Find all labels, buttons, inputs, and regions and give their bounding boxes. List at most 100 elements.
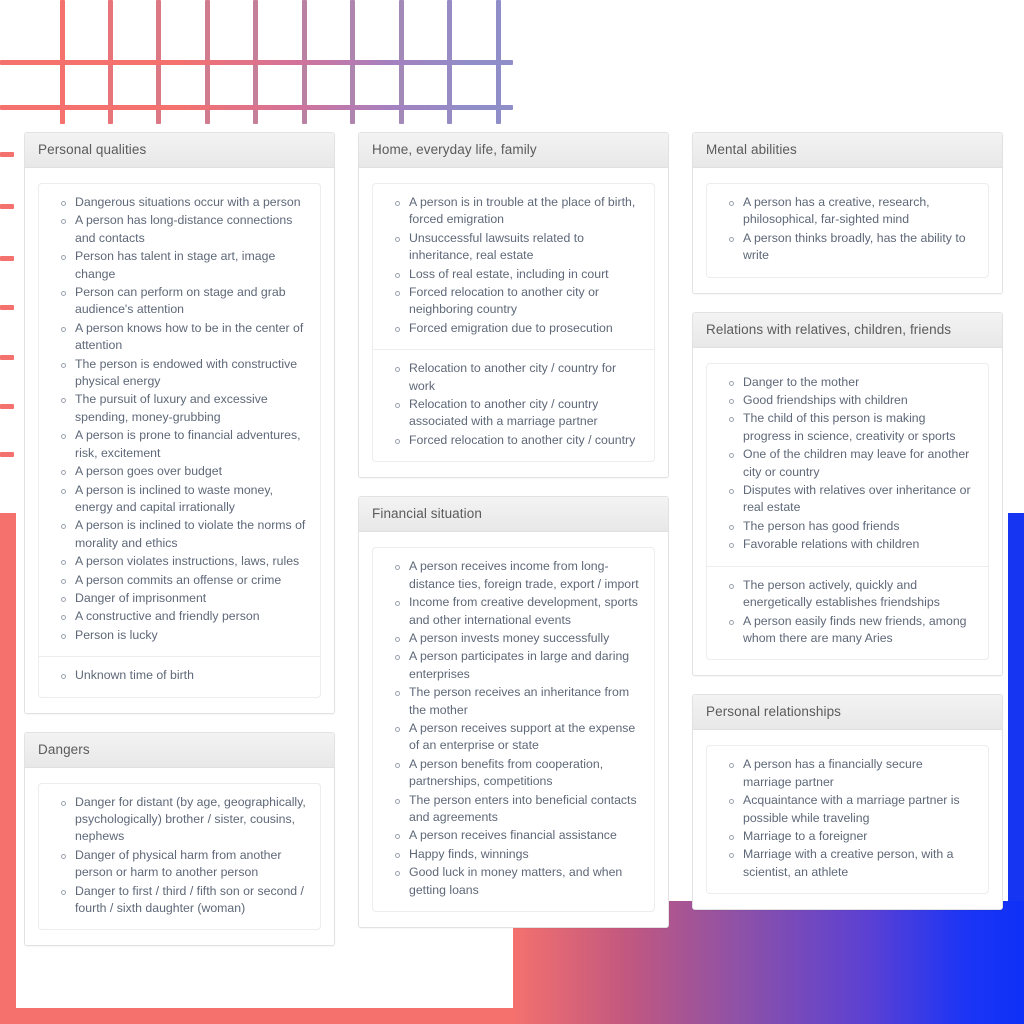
card-section: A person is in trouble at the place of b… xyxy=(373,184,654,349)
panel-title: Mental abilities xyxy=(693,133,1002,168)
bullet-list: Dangerous situations occur with a person… xyxy=(53,194,306,644)
list-item: A person benefits from cooperation, part… xyxy=(387,756,640,791)
list-item: Relocation to another city / country for… xyxy=(387,360,640,395)
list-item: A person receives support at the expense… xyxy=(387,720,640,755)
list-item: A person easily finds new friends, among… xyxy=(721,613,974,648)
panel-body: A person has a financially secure marria… xyxy=(693,730,1002,910)
list-item: Dangerous situations occur with a person xyxy=(53,194,306,211)
list-item: The person receives an inheritance from … xyxy=(387,684,640,719)
list-item: Relocation to another city / country ass… xyxy=(387,396,640,431)
list-item: A person participates in large and darin… xyxy=(387,648,640,683)
list-item: The pursuit of luxury and excessive spen… xyxy=(53,391,306,426)
panel-body: A person has a creative, research, philo… xyxy=(693,168,1002,293)
list-item: The person enters into beneficial contac… xyxy=(387,792,640,827)
column-right: Mental abilities A person has a creative,… xyxy=(692,132,1003,928)
panel-card: Danger to the mother Good friendships wit… xyxy=(706,362,989,661)
list-item: A person commits an offense or crime xyxy=(53,572,306,589)
list-item: Forced emigration due to prosecution xyxy=(387,320,640,337)
panel: Financial situation A person receives inc… xyxy=(358,496,669,928)
panel-card: A person receives income from long-dista… xyxy=(372,547,655,912)
panel-title: Personal relationships xyxy=(693,695,1002,731)
bullet-list: A person has a financially secure marria… xyxy=(721,756,974,881)
list-item: A person is in trouble at the place of b… xyxy=(387,194,640,229)
list-item: A person receives financial assistance xyxy=(387,827,640,844)
list-item: Marriage with a creative person, with a … xyxy=(721,846,974,881)
bullet-list: A person receives income from long-dista… xyxy=(387,558,640,899)
list-item: A person has a financially secure marria… xyxy=(721,756,974,791)
bullet-list: Danger to the mother Good friendships wit… xyxy=(721,374,974,554)
card-section: Dangerous situations occur with a person… xyxy=(39,184,320,656)
list-item: Favorable relations with children xyxy=(721,536,974,553)
list-item: One of the children may leave for anothe… xyxy=(721,446,974,481)
list-item: Person can perform on stage and grab aud… xyxy=(53,284,306,319)
panel: Relations with relatives, children, frie… xyxy=(692,311,1003,677)
column-left: Personal qualities Dangerous situations o… xyxy=(24,132,335,964)
list-item: A person has a creative, research, philo… xyxy=(721,194,974,229)
card-section: Relocation to another city / country for… xyxy=(373,349,654,461)
panel-title: Dangers xyxy=(25,732,334,768)
list-item: Unsuccessful lawsuits related to inherit… xyxy=(387,230,640,265)
list-item: Good luck in money matters, and when get… xyxy=(387,864,640,899)
list-item: A person violates instructions, laws, ru… xyxy=(53,553,306,570)
panel: Personal qualities Dangerous situations o… xyxy=(24,132,335,714)
list-item: Danger of imprisonment xyxy=(53,590,306,607)
panel-title: Financial situation xyxy=(359,497,668,533)
list-item: The person actively, quickly and energet… xyxy=(721,577,974,612)
list-item: Person has talent in stage art, image ch… xyxy=(53,248,306,283)
list-item: Danger of physical harm from another per… xyxy=(53,847,306,882)
card-section: A person has a financially secure marria… xyxy=(707,746,988,893)
list-item: A person knows how to be in the center o… xyxy=(53,320,306,355)
panel-body: Dangerous situations occur with a person… xyxy=(25,168,334,713)
list-item: The person is endowed with constructive … xyxy=(53,356,306,391)
list-item: Acquaintance with a marriage partner is … xyxy=(721,792,974,827)
list-item: Happy finds, winnings xyxy=(387,846,640,863)
list-item: A person invests money successfully xyxy=(387,630,640,647)
panel-body: A person is in trouble at the place of b… xyxy=(359,168,668,478)
list-item: A person has long-distance connections a… xyxy=(53,212,306,247)
panel: Mental abilities A person has a creative,… xyxy=(692,132,1003,294)
card-section: The person actively, quickly and energet… xyxy=(707,565,988,660)
panel-card: A person has a creative, research, philo… xyxy=(706,183,989,278)
list-item: Good friendships with children xyxy=(721,392,974,409)
bullet-list: Unknown time of birth xyxy=(53,667,306,684)
list-item: A person goes over budget xyxy=(53,463,306,480)
list-item: A person receives income from long-dista… xyxy=(387,558,640,593)
panel-body: Danger for distant (by age, geographical… xyxy=(25,767,334,946)
column-middle: Home, everyday life, family A person is i… xyxy=(358,132,669,946)
panel-title: Relations with relatives, children, frie… xyxy=(693,312,1002,348)
list-item: Disputes with relatives over inheritance… xyxy=(721,482,974,517)
panel: Personal relationships A person has a fin… xyxy=(692,694,1003,911)
card-section: Unknown time of birth xyxy=(39,656,320,696)
bullet-list: Relocation to another city / country for… xyxy=(387,360,640,449)
content-columns: Personal qualities Dangerous situations o… xyxy=(0,0,1024,1024)
panel-title: Personal qualities xyxy=(25,133,334,168)
panel: Home, everyday life, family A person is i… xyxy=(358,132,669,479)
panel-card: A person has a financially secure marria… xyxy=(706,745,989,895)
page-root: Personal qualities Dangerous situations o… xyxy=(0,0,1024,1024)
panel-card: Danger for distant (by age, geographical… xyxy=(38,782,321,931)
panel-card: Dangerous situations occur with a person… xyxy=(38,183,321,698)
list-item: Person is lucky xyxy=(53,627,306,644)
list-item: Marriage to a foreigner xyxy=(721,828,974,845)
bullet-list: A person is in trouble at the place of b… xyxy=(387,194,640,337)
list-item: Danger for distant (by age, geographical… xyxy=(53,794,306,846)
list-item: Unknown time of birth xyxy=(53,667,306,684)
list-item: The person has good friends xyxy=(721,518,974,535)
bullet-list: The person actively, quickly and energet… xyxy=(721,577,974,648)
panel: Dangers Danger for distant (by age, geogr… xyxy=(24,731,335,947)
card-section: A person receives income from long-dista… xyxy=(373,548,654,911)
panel-body: A person receives income from long-dista… xyxy=(359,532,668,927)
list-item: A constructive and friendly person xyxy=(53,608,306,625)
list-item: Danger to the mother xyxy=(721,374,974,391)
list-item: Forced relocation to another city / coun… xyxy=(387,432,640,449)
list-item: A person is inclined to waste money, ene… xyxy=(53,482,306,517)
list-item: Forced relocation to another city or nei… xyxy=(387,284,640,319)
panel-body: Danger to the mother Good friendships wit… xyxy=(693,347,1002,676)
list-item: Income from creative development, sports… xyxy=(387,594,640,629)
card-section: Danger to the mother Good friendships wit… xyxy=(707,364,988,566)
list-item: A person thinks broadly, has the ability… xyxy=(721,230,974,265)
panel-title: Home, everyday life, family xyxy=(359,133,668,168)
card-section: Danger for distant (by age, geographical… xyxy=(39,784,320,930)
list-item: A person is prone to financial adventure… xyxy=(53,427,306,462)
list-item: Danger to first / third / fifth son or s… xyxy=(53,883,306,918)
